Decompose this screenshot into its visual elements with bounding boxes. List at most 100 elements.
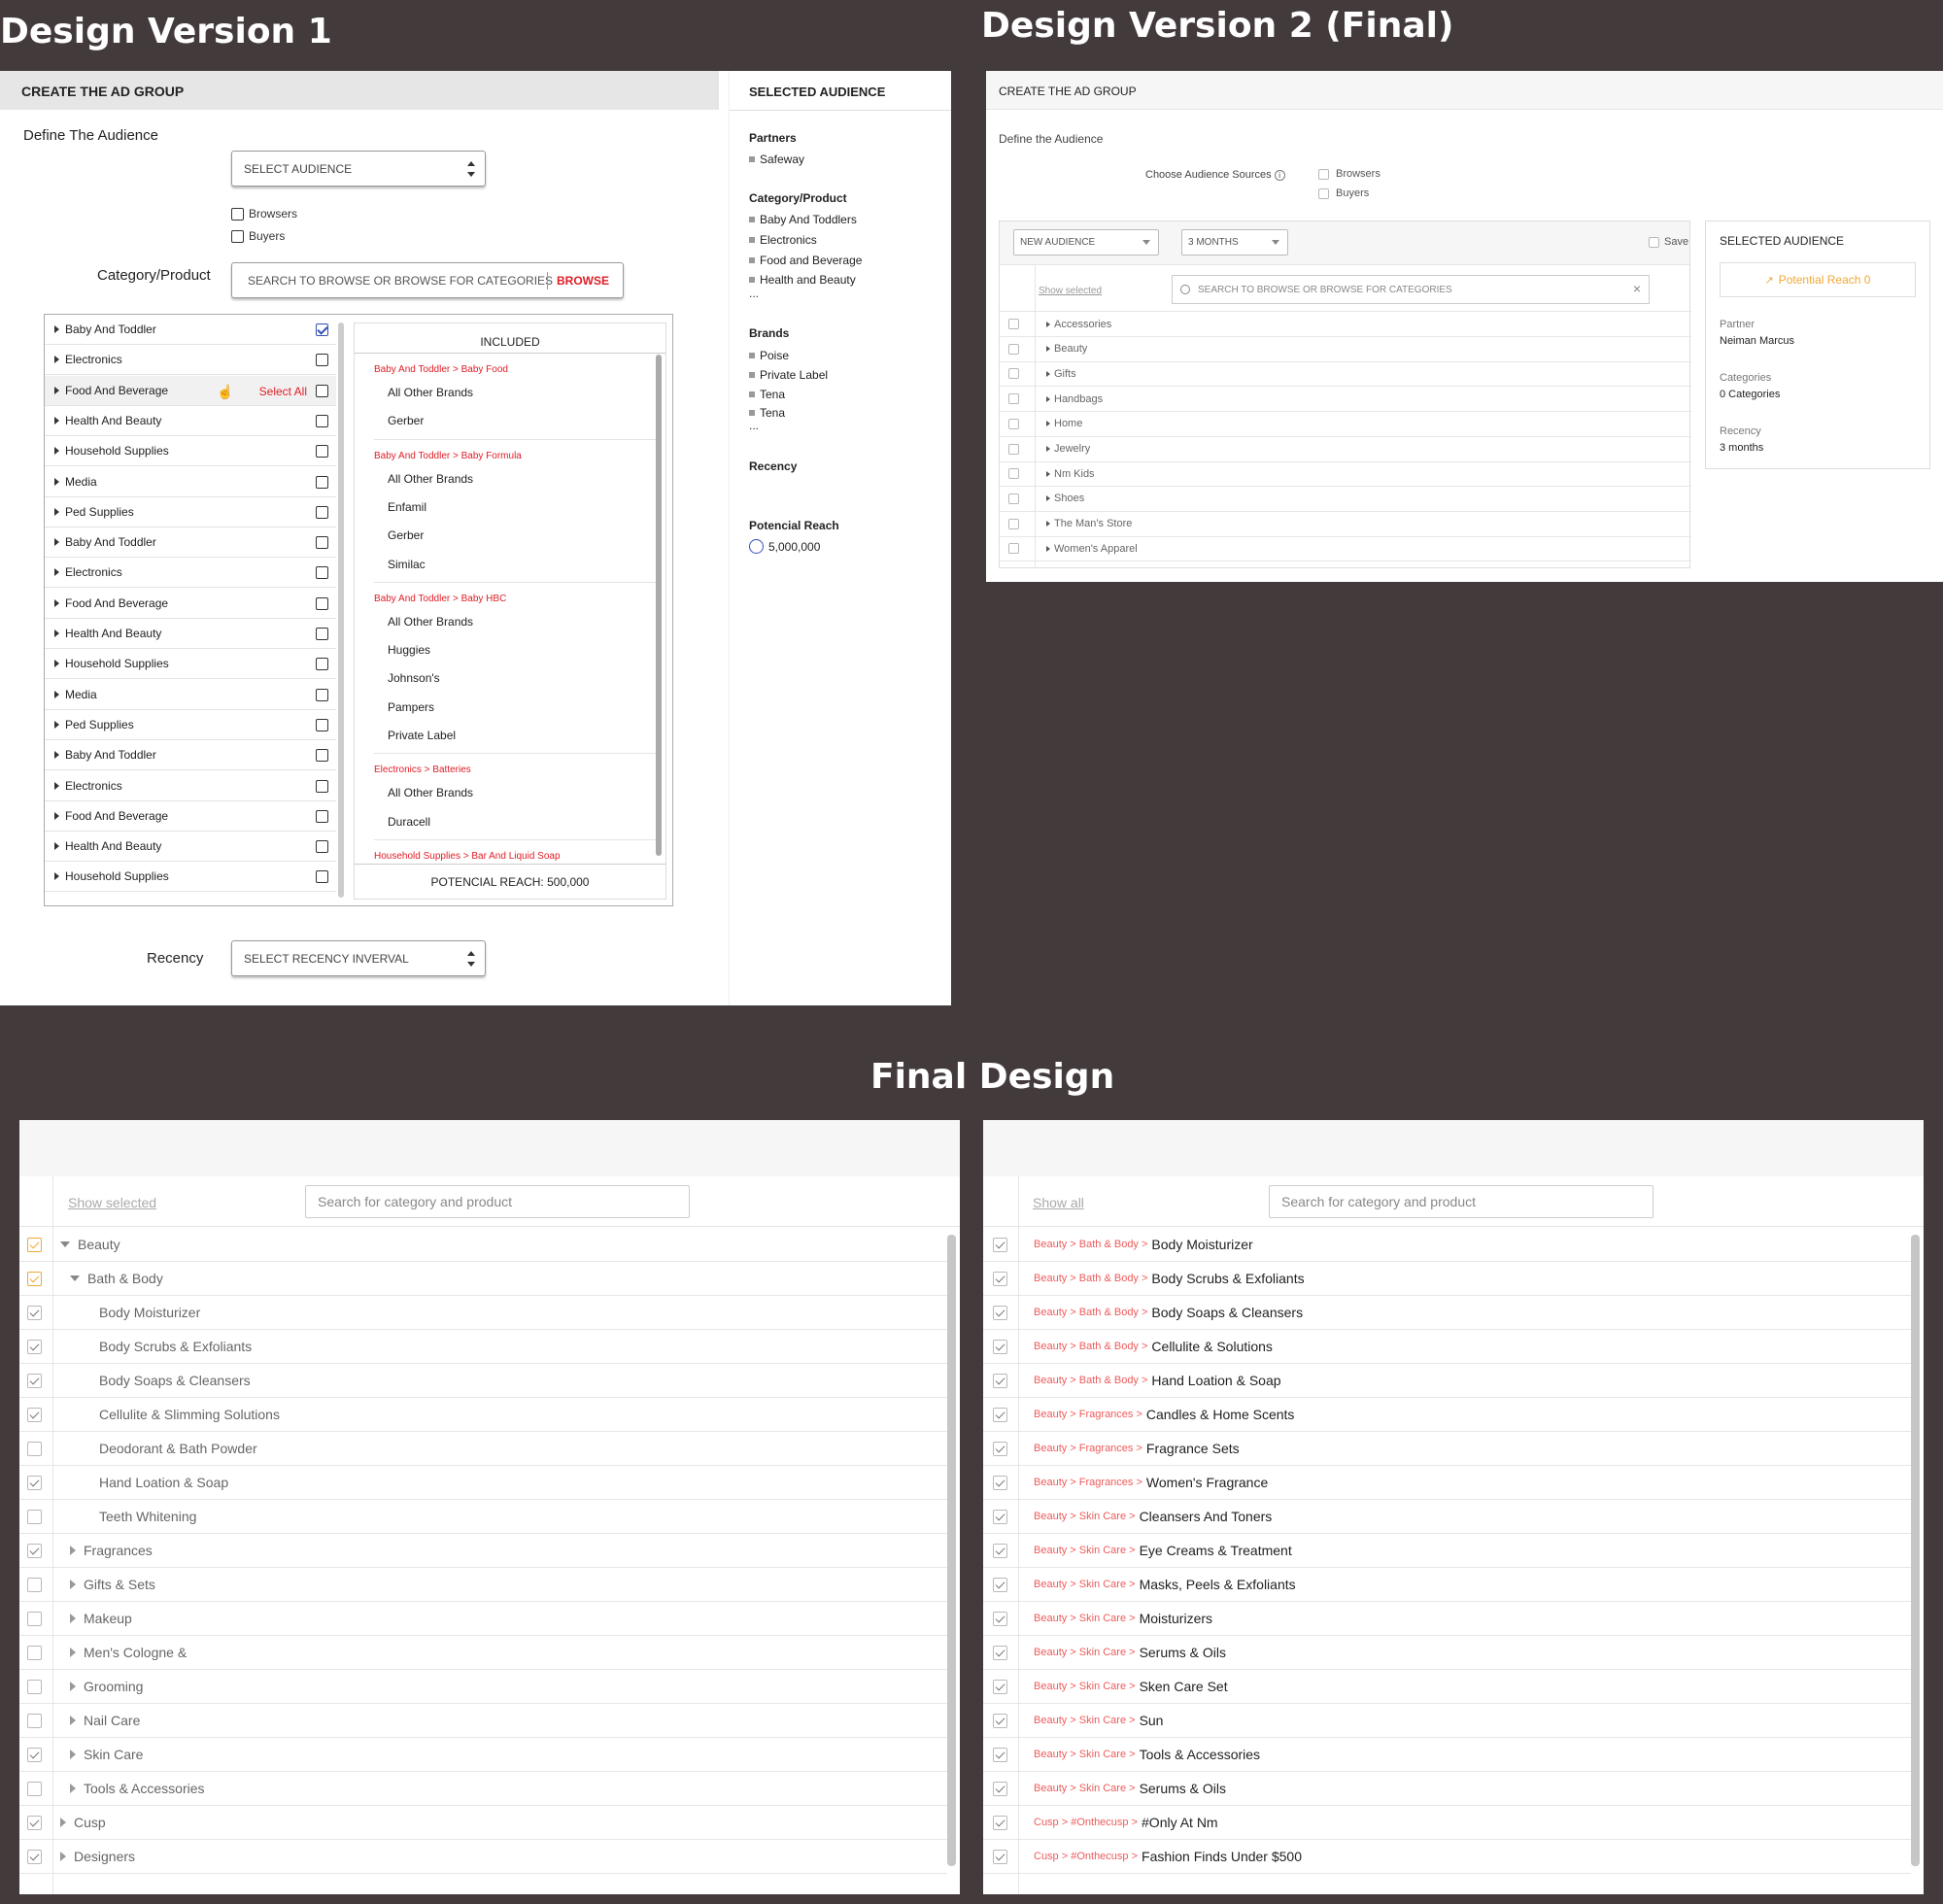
final-right-row[interactable]: Beauty > Bath & Body > Body Soaps & Clean… (983, 1296, 1911, 1330)
final-right-checkbox[interactable] (993, 1816, 1007, 1830)
v2-category-row[interactable]: Gifts (1000, 361, 1691, 388)
v1-category-row[interactable]: Media (45, 680, 336, 710)
expand-arrow-icon[interactable] (54, 781, 59, 790)
v1-category-checkbox[interactable] (316, 445, 328, 459)
v1-category-row[interactable]: Household Supplies (45, 862, 336, 893)
final-right-row[interactable]: Beauty > Skin Care > Cleansers And Toners (983, 1500, 1911, 1534)
final-left-checkbox[interactable] (27, 1714, 42, 1728)
final-right-show-all[interactable]: Show all (1033, 1195, 1084, 1210)
v2-category-row[interactable]: Home (1000, 412, 1691, 437)
v1-browsers-option[interactable]: Browsers (231, 207, 297, 221)
expand-arrow-icon[interactable] (1046, 545, 1050, 552)
v1-select-audience[interactable]: SELECT AUDIENCE (231, 151, 486, 187)
final-right-row[interactable]: Beauty > Skin Care > Moisturizers (983, 1602, 1911, 1636)
final-left-checkbox[interactable] (27, 1408, 42, 1422)
final-left-tree-row[interactable]: Cusp (19, 1806, 947, 1840)
expand-arrow-icon[interactable] (54, 660, 59, 668)
final-right-checkbox[interactable] (993, 1544, 1007, 1558)
final-right-checkbox[interactable] (993, 1748, 1007, 1762)
final-right-checkbox[interactable] (993, 1408, 1007, 1422)
final-left-checkbox[interactable] (27, 1476, 42, 1490)
expand-arrow-icon[interactable] (1046, 421, 1050, 427)
final-left-tree-row[interactable]: Bath & Body (19, 1262, 947, 1296)
expand-arrow-icon[interactable] (54, 325, 59, 333)
final-right-checkbox[interactable] (993, 1374, 1007, 1388)
final-left-tree-row[interactable]: Designers (19, 1840, 947, 1874)
expand-arrow-icon[interactable] (54, 629, 59, 637)
chevron-right-icon[interactable] (70, 1648, 76, 1657)
v2-category-checkbox[interactable] (1008, 319, 1019, 329)
v2-search-input[interactable]: SEARCH TO BROWSE OR BROWSE FOR CATEGORIE… (1172, 275, 1650, 304)
v2-category-checkbox[interactable] (1008, 368, 1019, 380)
v2-show-selected-link[interactable]: Show selected (1039, 286, 1102, 296)
chevron-right-icon[interactable] (60, 1852, 66, 1861)
v1-category-checkbox[interactable] (316, 566, 328, 580)
v1-recency-select[interactable]: SELECT RECENCY INVERVAL (231, 940, 486, 976)
final-left-checkbox[interactable] (27, 1510, 42, 1524)
chevron-down-icon[interactable] (60, 1241, 70, 1247)
v1-category-checkbox[interactable] (316, 749, 328, 763)
v2-category-row[interactable]: Shoes (1000, 487, 1691, 512)
final-right-row[interactable]: Beauty > Fragrances > Women's Fragrance (983, 1466, 1911, 1500)
v1-buyers-option[interactable]: Buyers (231, 229, 285, 243)
expand-arrow-icon[interactable] (1046, 395, 1050, 402)
expand-arrow-icon[interactable] (54, 751, 59, 760)
final-right-row[interactable]: Beauty > Skin Care > Serums & Oils (983, 1636, 1911, 1670)
v2-category-row[interactable]: Handbags (1000, 387, 1691, 413)
v1-category-checkbox[interactable] (316, 323, 328, 336)
final-left-checkbox[interactable] (27, 1238, 42, 1252)
final-right-row[interactable]: Beauty > Skin Care > Sken Care Set (983, 1670, 1911, 1704)
v1-category-checkbox[interactable] (316, 596, 328, 610)
final-right-checkbox[interactable] (993, 1850, 1007, 1864)
v1-category-checkbox[interactable] (316, 870, 328, 884)
v1-category-checkbox[interactable] (316, 414, 328, 427)
expand-arrow-icon[interactable] (54, 538, 59, 547)
final-left-checkbox[interactable] (27, 1374, 42, 1388)
v2-category-checkbox[interactable] (1008, 393, 1019, 405)
chevron-down-icon[interactable] (70, 1275, 80, 1281)
v2-category-row[interactable]: Jewelry (1000, 437, 1691, 462)
final-right-row[interactable]: Beauty > Skin Care > Eye Creams & Treatme… (983, 1534, 1911, 1568)
v1-category-checkbox[interactable] (316, 505, 328, 519)
expand-arrow-icon[interactable] (1046, 370, 1050, 377)
final-left-checkbox[interactable] (27, 1646, 42, 1660)
v1-category-row[interactable]: Baby And Toddler (45, 315, 336, 345)
v2-category-row[interactable]: Accessories (1000, 312, 1691, 337)
v1-buyers-checkbox[interactable] (231, 229, 244, 243)
v1-select-all-link[interactable]: Select All (259, 385, 307, 398)
expand-arrow-icon[interactable] (54, 416, 59, 425)
chevron-right-icon[interactable] (60, 1818, 66, 1827)
final-left-checkbox[interactable] (27, 1544, 42, 1558)
chevron-right-icon[interactable] (70, 1580, 76, 1589)
v1-category-checkbox[interactable] (316, 718, 328, 731)
v1-category-row[interactable]: Food And Beverage (45, 801, 336, 832)
final-left-checkbox[interactable] (27, 1306, 42, 1320)
final-left-tree-row[interactable]: Body Moisturizer (19, 1296, 947, 1330)
final-left-tree-row[interactable]: Tools & Accessories (19, 1772, 947, 1806)
clear-icon[interactable]: × (1633, 281, 1641, 296)
expand-arrow-icon[interactable] (54, 872, 59, 881)
final-left-checkbox[interactable] (27, 1442, 42, 1456)
final-left-checkbox[interactable] (27, 1816, 42, 1830)
v1-category-row[interactable]: Baby And Toddler (45, 740, 336, 771)
expand-arrow-icon[interactable] (1046, 321, 1050, 327)
final-left-checkbox[interactable] (27, 1748, 42, 1762)
v2-audience-select[interactable]: NEW AUDIENCE (1013, 229, 1159, 255)
final-left-checkbox[interactable] (27, 1612, 42, 1626)
v2-category-row[interactable]: Beauty (1000, 337, 1691, 362)
final-right-row[interactable]: Beauty > Bath & Body > Body Moisturizer (983, 1228, 1911, 1262)
final-right-checkbox[interactable] (993, 1442, 1007, 1456)
chevron-right-icon[interactable] (70, 1614, 76, 1623)
expand-arrow-icon[interactable] (1046, 346, 1050, 353)
final-left-checkbox[interactable] (27, 1340, 42, 1354)
final-right-row[interactable]: Beauty > Skin Care > Sun (983, 1704, 1911, 1738)
final-left-tree-row[interactable]: Fragrances (19, 1534, 947, 1568)
v1-category-checkbox[interactable] (316, 475, 328, 489)
final-right-checkbox[interactable] (993, 1680, 1007, 1694)
v2-buyers-checkbox[interactable] (1318, 187, 1329, 199)
v1-category-checkbox[interactable] (316, 628, 328, 640)
expand-arrow-icon[interactable] (54, 842, 59, 851)
v1-category-row[interactable]: Electronics (45, 771, 336, 801)
final-right-checkbox[interactable] (993, 1306, 1007, 1320)
v1-browse-button[interactable]: BROWSE (557, 274, 609, 288)
